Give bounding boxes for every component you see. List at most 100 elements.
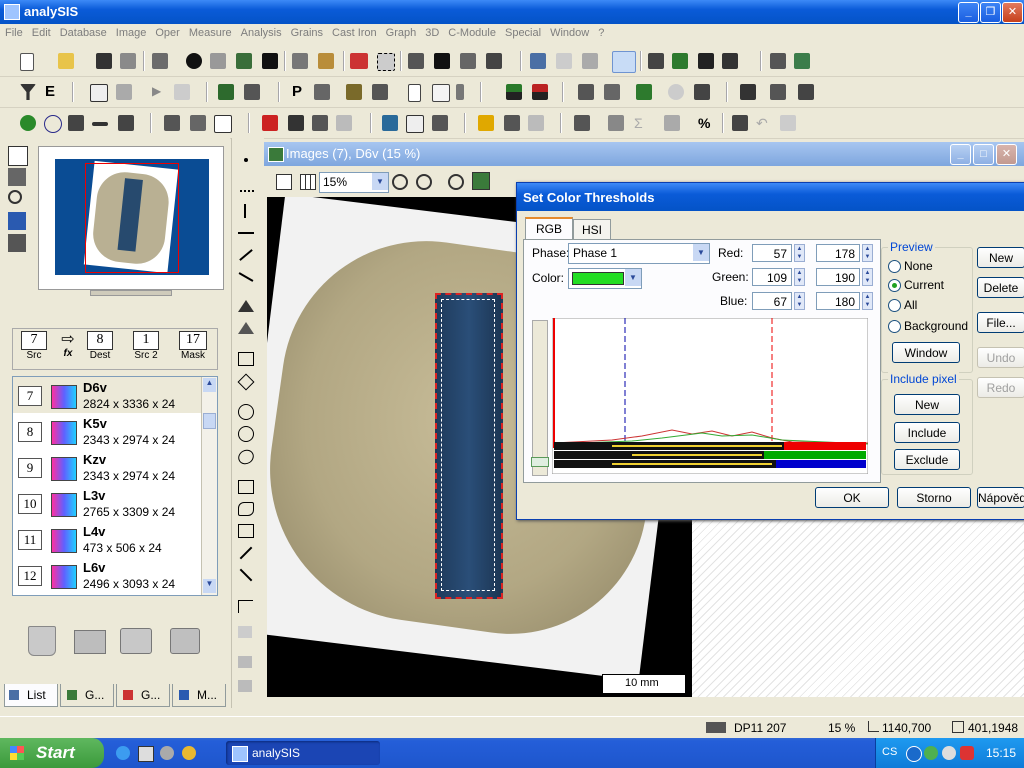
buffer-src[interactable]: 7 Src bbox=[21, 331, 47, 361]
crop-icon[interactable] bbox=[350, 53, 368, 69]
preview-all-radio[interactable] bbox=[888, 299, 901, 312]
card-icon[interactable] bbox=[432, 84, 450, 102]
network-icon[interactable] bbox=[794, 53, 810, 69]
ellipse-tool-icon[interactable] bbox=[235, 446, 257, 468]
points-icon[interactable] bbox=[20, 115, 36, 131]
menu-c-module[interactable]: C-Module bbox=[443, 24, 500, 39]
zoom-select[interactable]: 15% ▼ bbox=[319, 172, 389, 193]
pipette-icon[interactable] bbox=[504, 115, 520, 131]
hand-icon[interactable] bbox=[604, 84, 620, 100]
measure-line-icon[interactable] bbox=[740, 84, 756, 100]
blue-max-spinner[interactable]: ▲ ▼ bbox=[862, 292, 873, 310]
preview-current-radio[interactable] bbox=[888, 279, 901, 292]
note-icon[interactable] bbox=[312, 115, 328, 131]
green-min-spinner[interactable]: ▲ ▼ bbox=[794, 268, 805, 286]
crosshair-icon[interactable] bbox=[44, 115, 62, 133]
windows-icon[interactable] bbox=[8, 212, 26, 230]
intersection-icon[interactable] bbox=[68, 115, 84, 131]
open-folder-icon[interactable] bbox=[58, 53, 74, 69]
chevron-down-icon[interactable]: ▼ bbox=[693, 244, 709, 261]
ie-icon[interactable] bbox=[116, 746, 130, 760]
filter-icon[interactable] bbox=[20, 84, 36, 100]
tab-gallery[interactable]: G... bbox=[60, 684, 114, 707]
circle-tool-icon[interactable] bbox=[238, 404, 254, 420]
tab-macro[interactable]: M... bbox=[172, 684, 226, 707]
taskbar-item-analysis[interactable]: analySIS bbox=[226, 741, 380, 765]
crop2-icon[interactable] bbox=[694, 84, 710, 100]
menu-cast-iron[interactable]: Cast Iron bbox=[327, 24, 381, 39]
layer-tool-icon[interactable] bbox=[238, 656, 252, 668]
diamond-tool-icon[interactable] bbox=[237, 373, 255, 391]
graph-icon[interactable] bbox=[608, 115, 624, 131]
scatter-icon[interactable] bbox=[262, 115, 278, 131]
tray-network-icon[interactable] bbox=[924, 746, 938, 760]
fit-window-icon[interactable] bbox=[472, 172, 490, 190]
film-icon[interactable] bbox=[434, 53, 450, 69]
list-item[interactable]: 7 D6v 2824 x 3336 x 24 bbox=[13, 377, 201, 413]
menu-graph[interactable]: Graph bbox=[381, 24, 421, 39]
polyline-tool-icon[interactable] bbox=[238, 272, 254, 282]
media-icon[interactable] bbox=[160, 746, 174, 760]
tab-rgb[interactable]: RGB bbox=[525, 217, 573, 239]
chevron-down-icon[interactable]: ▼ bbox=[372, 173, 388, 190]
tile-view-icon[interactable] bbox=[276, 174, 292, 190]
menu-special[interactable]: Special bbox=[500, 24, 545, 39]
phase-file-button[interactable]: File... bbox=[977, 312, 1024, 333]
texture-green-icon[interactable] bbox=[218, 84, 234, 100]
navigator-view-rect[interactable] bbox=[85, 163, 179, 273]
threshold-histogram[interactable] bbox=[552, 318, 868, 474]
red-max-field[interactable]: 178 bbox=[816, 244, 860, 262]
print-icon[interactable] bbox=[152, 53, 168, 69]
menu-3d[interactable]: 3D bbox=[420, 24, 443, 39]
sigma-icon[interactable]: Σ bbox=[634, 115, 650, 131]
eraser-icon[interactable] bbox=[556, 53, 572, 69]
phase-delete-button[interactable]: Delete bbox=[977, 277, 1024, 298]
cup-icon[interactable] bbox=[336, 115, 352, 131]
measure-angle-icon[interactable] bbox=[798, 84, 814, 100]
texture-icon[interactable] bbox=[672, 53, 688, 69]
mosaic-icon[interactable] bbox=[636, 84, 652, 100]
list-item[interactable]: 8 K5v 2343 x 2974 x 24 bbox=[13, 413, 201, 449]
scroll-thumb[interactable] bbox=[203, 413, 216, 429]
scroll-up-icon[interactable]: ▲ bbox=[203, 378, 216, 392]
image-icon[interactable] bbox=[236, 53, 252, 69]
formula-icon[interactable] bbox=[780, 115, 796, 131]
magic-polygon-tool-icon[interactable] bbox=[238, 524, 254, 538]
split-icon[interactable] bbox=[698, 53, 714, 69]
image-window-close-button[interactable]: ✕ bbox=[996, 144, 1017, 165]
select-rect-icon[interactable] bbox=[377, 53, 395, 71]
undo-arrow-icon[interactable]: ↶ bbox=[756, 115, 772, 131]
start-button[interactable]: Start bbox=[0, 738, 104, 768]
include-new-button[interactable]: New bbox=[894, 394, 960, 415]
pen-icon[interactable] bbox=[456, 84, 464, 100]
tray-security-icon[interactable] bbox=[960, 746, 974, 760]
tray-arrow-icon[interactable] bbox=[906, 746, 922, 762]
angle2-tool-icon[interactable] bbox=[238, 322, 254, 334]
ruler-icon[interactable] bbox=[92, 122, 108, 126]
compare-icon[interactable] bbox=[582, 53, 598, 69]
zoom-in-icon[interactable] bbox=[392, 174, 408, 190]
menu-measure[interactable]: Measure bbox=[184, 24, 236, 39]
tab-hsi[interactable]: HSI bbox=[573, 219, 611, 240]
save-icon[interactable] bbox=[96, 53, 112, 69]
navigator-panel[interactable] bbox=[38, 146, 224, 290]
histogram-icon[interactable] bbox=[118, 115, 134, 131]
blue-min-spinner[interactable]: ▲ ▼ bbox=[794, 292, 805, 310]
image-window-minimize-button[interactable]: _ bbox=[950, 144, 971, 165]
exclude-button[interactable]: Exclude bbox=[894, 449, 960, 470]
transform2-icon[interactable] bbox=[372, 84, 388, 100]
report-icon[interactable] bbox=[574, 115, 590, 131]
redo-button[interactable]: Redo bbox=[977, 377, 1024, 398]
menu-file[interactable]: File bbox=[0, 24, 27, 39]
window-button[interactable]: Window bbox=[892, 342, 960, 363]
image-window-maximize-button[interactable]: □ bbox=[973, 144, 994, 165]
navigator-thumbnail[interactable] bbox=[55, 159, 209, 275]
line-tool-icon[interactable] bbox=[239, 249, 253, 261]
list-item[interactable]: 11 L4v 473 x 506 x 24 bbox=[13, 521, 201, 557]
help-pointer-icon[interactable] bbox=[722, 53, 738, 69]
maximize-button[interactable]: ❐ bbox=[980, 2, 1001, 23]
link2-icon[interactable] bbox=[190, 115, 206, 131]
buffer-src2[interactable]: 1 Src 2 bbox=[133, 331, 159, 361]
paste-icon[interactable] bbox=[318, 53, 334, 69]
properties-icon[interactable] bbox=[8, 168, 26, 186]
